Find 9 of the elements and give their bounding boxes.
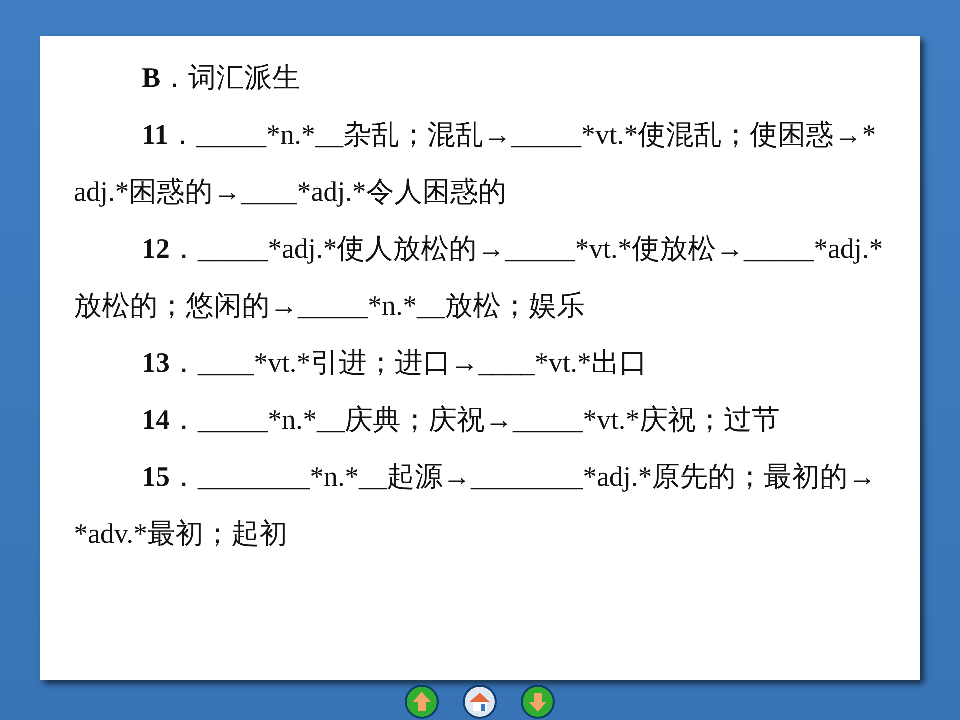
exercise-item: 14．_____*n.*__庆典；庆祝→_____*vt.*庆祝；过节 [141,404,781,438]
previous-button[interactable] [404,684,440,720]
exercise-item: 15．________*n.*__起源→________*adj.*原先的；最初的→*adv.*最初；起初 [74,461,878,552]
section-heading: B．词汇派生 [141,62,302,96]
exercise-item: 12．_____*adj.*使人放松的→_____*vt.*使放松→_____*adj.*放松的；悠闲的→_____*n.*__放松；娱乐 [74,233,884,324]
next-button[interactable] [520,684,556,720]
exercise-item: 11．_____*n.*__杂乱；混乱→_____*vt.*使混乱；使困惑→*adj.*困惑的→____*adj.*令人困惑的 [74,119,878,210]
exercise-item: 13．____*vt.*引进；进口→____*vt.*出口 [141,347,649,381]
home-button[interactable] [462,684,498,720]
